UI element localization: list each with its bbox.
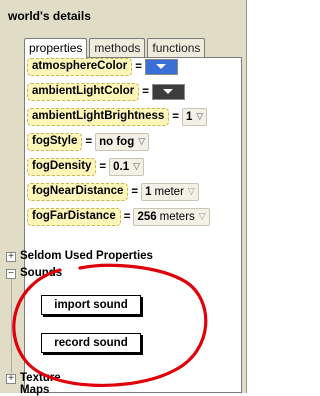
equals-sign: =: [131, 185, 139, 198]
tab-methods[interactable]: methods: [89, 38, 146, 57]
chevron-down-icon: ▽: [198, 211, 206, 221]
chevron-down-icon: ▽: [133, 161, 141, 171]
plus-box-icon[interactable]: +: [6, 374, 16, 384]
tab-bar: properties methods functions: [24, 38, 207, 58]
property-tile[interactable]: ambientLightBrightness: [27, 107, 170, 126]
import-sound-button[interactable]: import sound: [41, 295, 141, 315]
value-dropdown[interactable]: 1 ▽: [181, 107, 208, 126]
minus-box-icon[interactable]: −: [6, 269, 16, 279]
property-tile[interactable]: fogNearDistance: [27, 182, 129, 201]
panel-title: world's details: [8, 9, 91, 23]
property-row-fog-far-distance: fogFarDistance = 256 meters ▽: [27, 207, 210, 226]
details-panel: world's details properties methods funct…: [0, 0, 247, 396]
texture-maps-label[interactable]: Texture Maps: [20, 372, 61, 396]
equals-sign: =: [85, 135, 93, 148]
value-text: no fog: [99, 135, 135, 148]
value-dropdown[interactable]: 0.1 ▽: [109, 157, 145, 176]
value-number: 1: [145, 185, 152, 198]
property-row-fog-near-distance: fogNearDistance = 1 meter ▽: [27, 182, 199, 201]
equals-sign: =: [99, 160, 107, 173]
tree-anchor: + Seldom Used Properties − Sounds import…: [6, 0, 153, 396]
color-swatch-dropdown[interactable]: [151, 83, 185, 100]
property-row-ambient-light-brightness: ambientLightBrightness = 1 ▽: [27, 107, 208, 126]
seldom-used-properties-label[interactable]: Seldom Used Properties: [20, 250, 153, 262]
value-number: 256: [137, 210, 157, 223]
tree-line: [11, 279, 12, 373]
chevron-down-icon: ▽: [196, 111, 204, 121]
tab-functions[interactable]: functions: [147, 38, 206, 57]
equals-sign: =: [135, 60, 142, 73]
property-tile[interactable]: ambientLightColor: [27, 82, 140, 101]
chevron-down-icon: ▽: [138, 136, 146, 146]
value-text: 0.1: [113, 160, 130, 173]
equals-sign: =: [123, 210, 131, 223]
plus-box-icon[interactable]: +: [6, 252, 16, 262]
value-dropdown[interactable]: 256 meters ▽: [133, 207, 210, 226]
value-unit: meters: [159, 210, 195, 223]
value-unit: meter: [154, 185, 184, 198]
property-tile[interactable]: fogStyle: [27, 132, 83, 151]
chevron-down-icon: [163, 89, 174, 94]
tab-properties[interactable]: properties: [24, 38, 88, 58]
property-row-ambient-light-color: ambientLightColor =: [27, 82, 185, 101]
equals-sign: =: [142, 85, 149, 98]
value-text: 1: [185, 110, 193, 123]
value-dropdown[interactable]: 1 meter ▽: [141, 182, 199, 201]
sounds-label: Sounds: [20, 267, 63, 279]
property-row-atmosphere-color: atmosphereColor =: [27, 58, 178, 76]
record-sound-button[interactable]: record sound: [41, 333, 141, 353]
equals-sign: =: [172, 110, 179, 123]
property-tile[interactable]: fogDensity: [27, 157, 97, 176]
chevron-down-icon: [156, 64, 167, 69]
property-row-fog-density: fogDensity = 0.1 ▽: [27, 157, 145, 176]
property-row-fog-style: fogStyle = no fog ▽: [27, 132, 150, 151]
color-swatch-dropdown[interactable]: [144, 58, 178, 75]
value-dropdown[interactable]: no fog ▽: [95, 132, 150, 151]
chevron-down-icon: ▽: [187, 186, 195, 196]
property-tile[interactable]: fogFarDistance: [27, 207, 121, 226]
property-tile[interactable]: atmosphereColor: [27, 58, 133, 76]
